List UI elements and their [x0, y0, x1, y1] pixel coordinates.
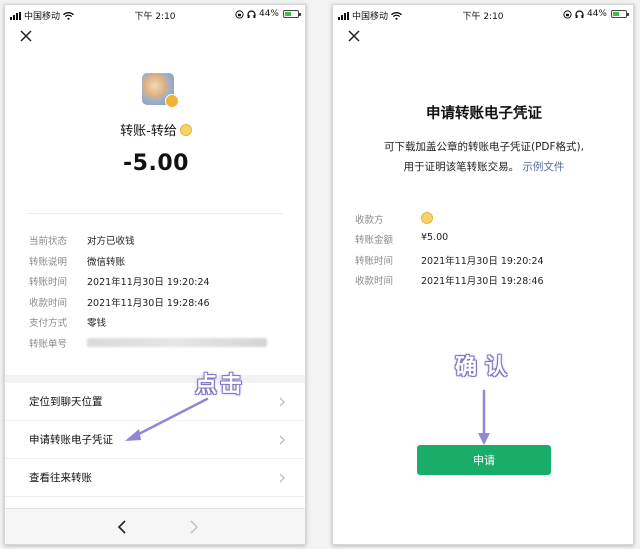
detail-label: 转账时间 — [29, 277, 68, 288]
detail-row-receive-time: 收款时间 2021年11月30日 19:28:46 — [355, 273, 544, 287]
detail-value: 2021年11月30日 19:28:46 — [87, 298, 210, 309]
detail-row-transfer-time: 转账时间 2021年11月30日 19:20:24 — [355, 253, 544, 267]
detail-row-transfer-number: 转账单号 — [29, 336, 267, 350]
close-icon[interactable] — [19, 29, 33, 43]
detail-row-receive-time: 收款时间 2021年11月30日 19:28:46 — [29, 295, 210, 309]
detail-value — [421, 212, 433, 226]
voucher-description: 可下载加盖公章的转账电子凭证(PDF格式), 用于证明该笔转账交易。 示例文件 — [333, 137, 633, 177]
blurred-transfer-number — [87, 338, 267, 347]
detail-value: 微信转账 — [87, 257, 126, 268]
detail-label: 支付方式 — [29, 318, 68, 329]
bottom-nav-bar — [5, 508, 305, 544]
annotation-arrow-icon — [478, 389, 490, 445]
chevron-right-icon — [279, 397, 285, 407]
detail-label: 收款方 — [355, 215, 384, 226]
menu-item-label: 申请转账电子凭证 — [29, 434, 113, 446]
description-line-1: 可下载加盖公章的转账电子凭证(PDF格式), — [384, 141, 584, 153]
battery-icon — [611, 10, 629, 18]
transfer-amount: -5.00 — [123, 151, 189, 176]
smiley-emoji-icon — [179, 124, 192, 136]
detail-value: 2021年11月30日 19:20:24 — [87, 277, 210, 288]
detail-row-payment-method: 支付方式 零钱 — [29, 315, 106, 329]
sample-file-link[interactable]: 示例文件 — [522, 161, 564, 173]
page-title: 转账-转给 — [5, 120, 305, 139]
battery-icon — [283, 10, 301, 18]
detail-label: 收款时间 — [355, 276, 394, 287]
detail-label: 收款时间 — [29, 298, 68, 309]
detail-value: 对方已收钱 — [87, 236, 135, 247]
page-title: 申请转账电子凭证 — [426, 106, 542, 122]
detail-row-status: 当前状态 对方已收钱 — [29, 233, 135, 247]
menu-item-label: 查看往来转账 — [29, 472, 92, 484]
battery-percent: 44% — [586, 9, 607, 19]
headphones-icon — [247, 9, 256, 18]
close-icon[interactable] — [347, 29, 361, 43]
smiley-emoji-icon — [421, 212, 433, 224]
detail-row-amount: 转账金额 ¥5.00 — [355, 232, 448, 246]
avatar-badge-icon — [165, 94, 179, 108]
status-bar: 中国移动 下午 2:10 44% — [333, 5, 633, 25]
detail-row-payee: 收款方 — [355, 212, 433, 226]
avatar — [142, 73, 179, 108]
description-line-2: 用于证明该笔转账交易。 示例文件 — [333, 157, 633, 177]
annotation-confirm-label: 确认 — [455, 355, 516, 380]
divider — [27, 213, 283, 214]
lock-rotation-icon — [563, 9, 572, 19]
description-text: 用于证明该笔转账交易。 — [403, 161, 520, 173]
detail-value: 2021年11月30日 19:28:46 — [421, 276, 544, 287]
menu-item-label: 定位到聊天位置 — [29, 396, 103, 408]
detail-value: 2021年11月30日 19:20:24 — [421, 256, 544, 267]
menu-item-view-transfers[interactable]: 查看往来转账 — [5, 459, 305, 497]
battery-percent: 44% — [258, 9, 279, 19]
detail-label: 当前状态 — [29, 236, 68, 247]
detail-value: 零钱 — [87, 318, 107, 329]
section-separator — [5, 375, 305, 383]
left-phone-screen: 中国移动 下午 2:10 44% 转账-转给 -5.00 当前状态 对方已收钱 … — [4, 4, 306, 545]
detail-label: 转账时间 — [355, 256, 394, 267]
forward-arrow-icon[interactable] — [187, 519, 201, 535]
apply-button[interactable]: 申请 — [417, 445, 551, 475]
back-arrow-icon[interactable] — [115, 519, 129, 535]
detail-label: 转账金额 — [355, 235, 394, 246]
lock-rotation-icon — [235, 9, 244, 19]
detail-row-transfer-time: 转账时间 2021年11月30日 19:20:24 — [29, 274, 210, 288]
detail-label: 转账单号 — [29, 339, 68, 350]
chevron-right-icon — [279, 435, 285, 445]
detail-row-description: 转账说明 微信转账 — [29, 254, 125, 268]
chevron-right-icon — [279, 473, 285, 483]
right-phone-screen: 中国移动 下午 2:10 44% 申请转账电子凭证 可下载加盖公章的转账电子凭证… — [332, 4, 634, 545]
transfer-title-text: 转账-转给 — [120, 124, 177, 139]
status-bar: 中国移动 下午 2:10 44% — [5, 5, 305, 25]
detail-value: ¥5.00 — [421, 232, 449, 243]
headphones-icon — [575, 9, 584, 18]
annotation-arrow-icon — [125, 397, 209, 441]
detail-label: 转账说明 — [29, 257, 68, 268]
